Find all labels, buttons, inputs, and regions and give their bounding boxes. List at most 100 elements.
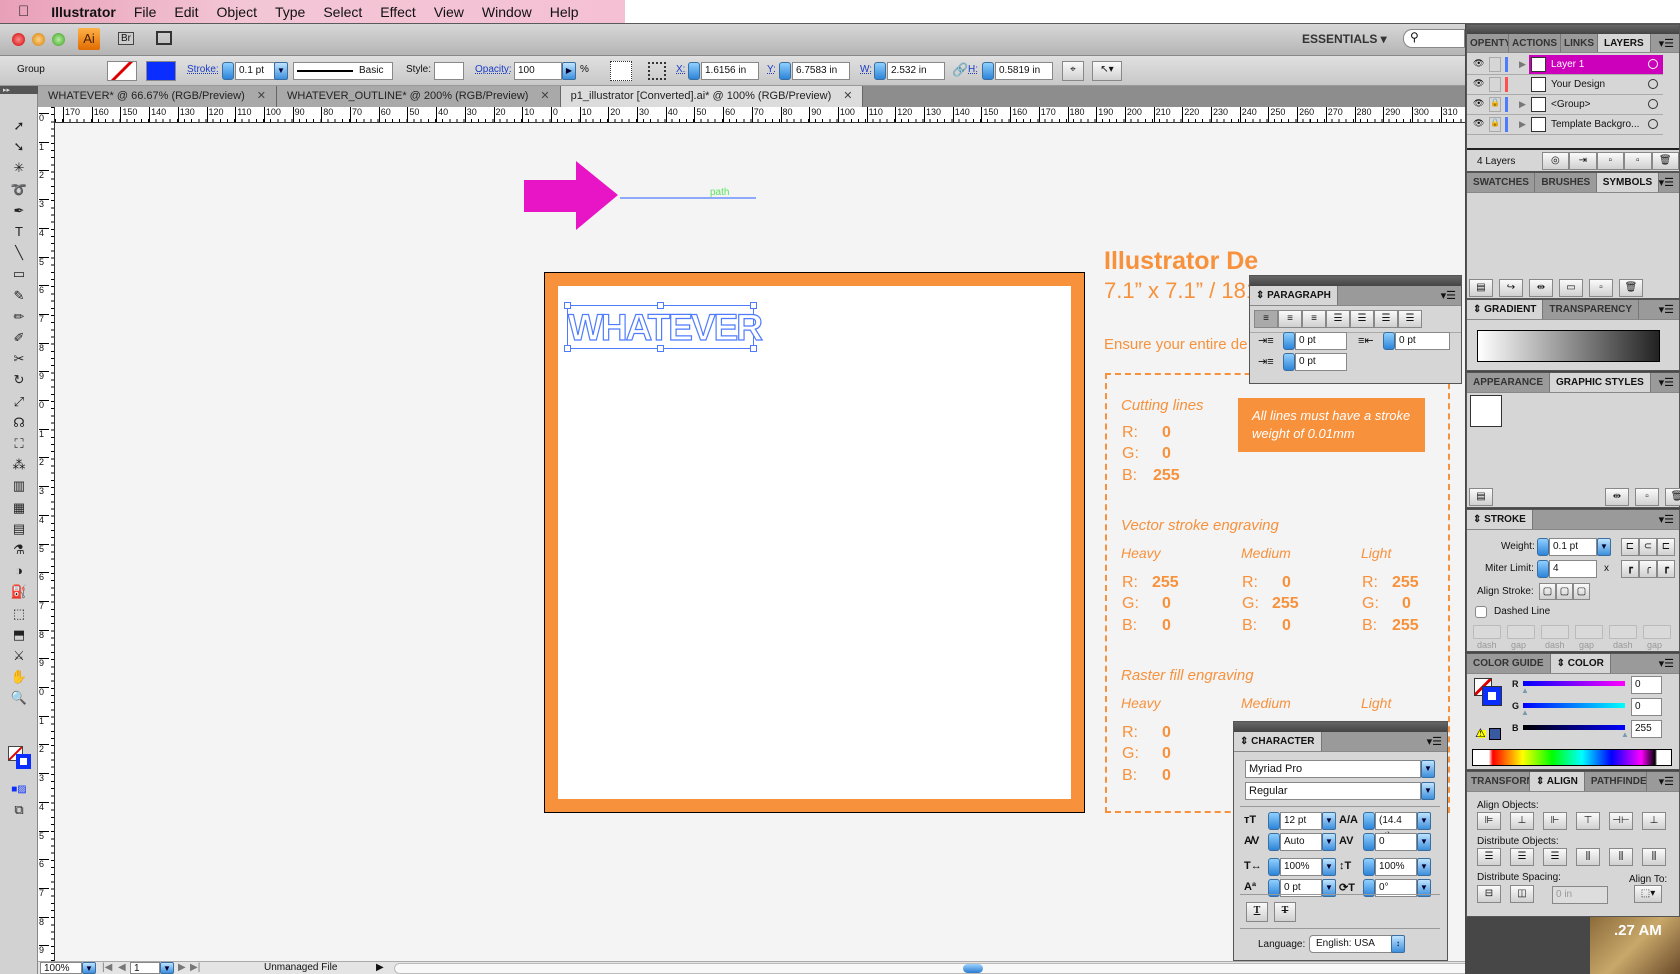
minimize-window-button[interactable] [32,33,45,46]
distribute-horizontal-center-button[interactable]: ⫼ [1609,848,1633,866]
stroke-swatch[interactable] [1482,686,1502,706]
x-label[interactable]: X: [676,64,685,75]
tab-swatches[interactable]: SWATCHES [1467,173,1536,192]
web-safe-color-swatch[interactable] [1489,728,1501,740]
expand-layer-icon[interactable]: ▶ [1519,59,1526,70]
artboard[interactable]: WHATEVER [544,272,1085,813]
panel-menu-icon[interactable]: ▾☰ [1427,732,1447,751]
live-paint-selection-tool-icon[interactable]: ⬚ [8,604,30,624]
symbol-sprayer-tool-icon[interactable]: ⁂ [8,455,30,475]
b-slider-thumb[interactable]: ▲ [1621,730,1629,739]
locate-object-button[interactable]: ◎ [1541,152,1570,170]
panel-menu-icon[interactable]: ▾☰ [1659,654,1679,673]
menu-help[interactable]: Help [550,4,579,20]
layer-row[interactable]: 👁 🔒 ▶ <Group> [1467,95,1663,115]
stroke-weight-stepper[interactable] [222,62,234,80]
w-stepper[interactable] [874,62,886,80]
panel-menu-icon[interactable]: ▾☰ [1659,373,1679,392]
artboard-tool-icon[interactable]: ⬒ [8,625,30,645]
menu-object[interactable]: Object [217,4,257,20]
symbol-libraries-button[interactable]: ▤ [1469,279,1493,297]
panel-menu-icon[interactable]: ▾☰ [1441,286,1461,305]
x-field[interactable]: 1.6156 in [701,62,759,80]
font-size-field[interactable]: 12 pt [1280,812,1322,830]
first-artboard-button[interactable]: |◀ [102,962,112,973]
close-tab-icon[interactable]: ✕ [843,90,852,102]
scissors-tool-icon[interactable]: ✂ [8,349,30,369]
lock-icon[interactable]: 🔒 [1489,97,1501,112]
layer-row[interactable]: 👁 ▶ Layer 1 [1467,55,1663,75]
target-icon[interactable] [1648,59,1658,69]
align-center-button[interactable]: ≡ [1278,310,1302,328]
menu-window[interactable]: Window [482,4,532,20]
y-label[interactable]: Y: [767,64,776,75]
select-similar-button[interactable]: ↖▾ [1092,61,1122,81]
zoom-dropdown[interactable]: ▼ [82,962,96,974]
constrain-proportions-icon[interactable]: 🔗 [952,62,968,78]
align-left-button[interactable]: ⊫ [1477,812,1501,830]
underline-button[interactable]: T [1246,902,1268,922]
close-window-button[interactable] [12,33,25,46]
align-right-button[interactable]: ≡ [1302,310,1326,328]
workspace-switcher[interactable]: ESSENTIALS ▾ [1302,32,1387,46]
tab-symbols[interactable]: SYMBOLS [1596,173,1659,192]
target-icon[interactable] [1648,119,1658,129]
search-field[interactable]: ⚲ [1403,29,1465,48]
hand-tool-icon[interactable]: ✋ [8,667,30,687]
panel-menu-icon[interactable]: ▾☰ [1659,173,1679,192]
h-stepper[interactable] [982,62,994,80]
align-top-button[interactable]: ⊤ [1576,812,1600,830]
y-field[interactable]: 6.7583 in [792,62,850,80]
horizontal-distribute-space-button[interactable]: ◫ [1510,885,1534,903]
panel-menu-icon[interactable]: ▾☰ [1659,510,1679,529]
tab-stroke[interactable]: ⇕ STROKE [1467,510,1533,529]
status-info[interactable]: Unmanaged File [264,962,337,973]
scale-tool-icon[interactable]: ⤢ [8,392,30,412]
lock-toggle[interactable] [1489,77,1501,92]
vertical-distribute-space-button[interactable]: ⊟ [1477,885,1501,903]
font-size-stepper[interactable] [1268,812,1280,830]
menu-type[interactable]: Type [275,4,305,20]
new-symbol-button[interactable]: ▫ [1589,279,1613,297]
tracking-dropdown[interactable]: ▼ [1417,833,1431,851]
weight-dropdown[interactable]: ▼ [1597,538,1611,556]
lock-toggle[interactable] [1489,57,1501,72]
magic-wand-tool-icon[interactable]: ✳ [8,158,30,178]
bevel-join-button[interactable]: ┏ [1657,560,1675,578]
left-indent-field[interactable]: 0 pt [1295,332,1347,350]
align-vertical-center-button[interactable]: ⊣⊢ [1609,812,1633,830]
dash-field[interactable] [1609,625,1637,639]
paragraph-tab[interactable]: ⇕ PARAGRAPH [1250,286,1338,305]
b-field[interactable]: 255 [1631,720,1662,738]
pen-tool-icon[interactable]: ✒ [8,201,30,221]
bridge-button[interactable]: Br [118,32,134,45]
character-tab[interactable]: ⇕ CHARACTER [1234,732,1322,751]
menu-view[interactable]: View [434,4,464,20]
delete-graphic-style-button[interactable]: 🗑 [1665,488,1680,506]
tab-color-guide[interactable]: COLOR GUIDE [1467,654,1551,673]
align-right-button[interactable]: ⊩ [1543,812,1567,830]
arrange-documents-icon[interactable] [156,31,172,45]
horizontal-ruler[interactable]: 170 160 150 140 130 120 110 100 90 80 70 60 50 40 30 20… [55,107,1465,123]
y-stepper[interactable] [779,62,791,80]
opacity-field[interactable]: 100 [514,62,562,80]
align-to-dropdown[interactable]: ⬚▾ [1634,885,1662,903]
font-style-field[interactable]: Regular [1245,782,1421,800]
mesh-tool-icon[interactable]: ▦ [8,498,30,518]
selection-handle[interactable] [564,345,571,352]
language-dropdown[interactable]: English: USA ↕ [1309,935,1405,953]
miter-join-button[interactable]: ┏ [1621,560,1639,578]
kerning-field[interactable]: Auto [1280,833,1322,851]
canvas[interactable]: path WHATEVER Illustrator De 7.1” x 7.1”… [55,123,1465,961]
round-cap-button[interactable]: ⊂ [1639,538,1657,556]
butt-cap-button[interactable]: ⊏ [1621,538,1639,556]
horizontal-scale-dropdown[interactable]: ▼ [1322,858,1336,876]
x-stepper[interactable] [688,62,700,80]
align-stroke-outside-button[interactable]: ▢ [1573,583,1590,600]
layer-row[interactable]: 👁 🔒 ▶ Template Backgro... [1467,115,1663,135]
default-graphic-style[interactable] [1470,395,1502,427]
r-field[interactable]: 0 [1631,676,1662,694]
delete-symbol-button[interactable]: 🗑 [1619,279,1643,297]
artboard-dropdown[interactable]: ▼ [160,962,174,974]
screen-mode-icon[interactable]: ⧉ [8,800,30,820]
